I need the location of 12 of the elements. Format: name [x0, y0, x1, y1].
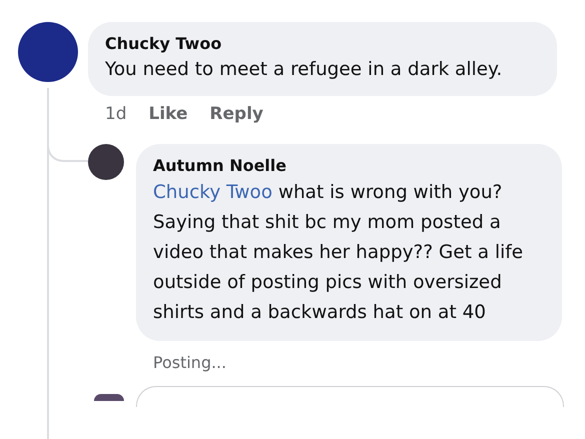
posting-status: Posting... — [153, 353, 228, 372]
comment-time: 1d — [105, 104, 127, 124]
comment-action[interactable]: Like — [148, 104, 188, 124]
mention-link[interactable]: Chucky Twoo — [153, 182, 272, 203]
reply-text: Chucky Twoo what is wrong with you? Saying that shit bc my mom posted a video that makes her happy?? Get a life outside of posting pics with oversized shirts and a backwards hat on at 40 — [153, 181, 524, 325]
comment-action[interactable]: Reply — [210, 104, 264, 124]
comment-input-field[interactable] — [136, 386, 564, 407]
reply-author[interactable]: Autumn Noelle — [153, 156, 545, 175]
avatar-photo[interactable] — [88, 144, 124, 180]
comment-text: You need to meet a refugee in a dark alley. — [105, 58, 504, 82]
comment-author[interactable]: Chucky Twoo — [105, 34, 540, 53]
avatar-photo — [94, 394, 124, 401]
